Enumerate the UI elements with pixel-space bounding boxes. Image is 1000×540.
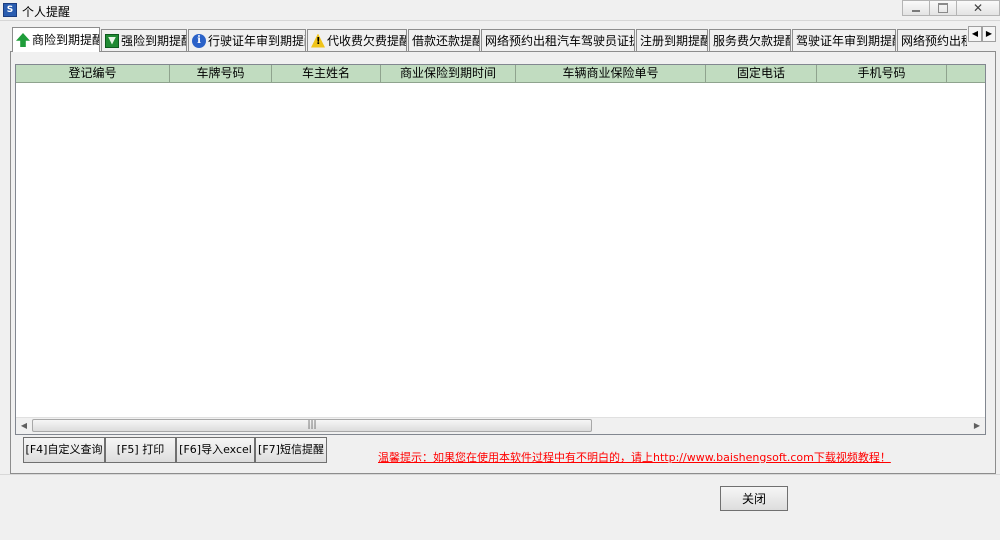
title-bar: S 个人提醒 ✕ — [0, 0, 1000, 21]
scroll-right-button[interactable]: ▶ — [969, 418, 985, 434]
close-button[interactable]: 关闭 — [720, 486, 788, 511]
column-header-landline[interactable]: 固定电话 — [706, 65, 817, 83]
help-tip-link[interactable]: 温馨提示：如果您在使用本软件过程中有不明白的，请上http://www.bais… — [378, 449, 891, 465]
minimize-icon — [912, 10, 920, 12]
reminder-grid[interactable]: 登记编号 车牌号码 车主姓名 商业保险到期时间 车辆商业保险单号 固定电话 手机… — [15, 64, 986, 435]
tab-ride-hailing-truncated[interactable]: 网络预约出租汽车 — [897, 29, 967, 51]
tab-label: 借款还款提醒 — [412, 33, 480, 48]
scroll-left-button[interactable]: ◀ — [16, 418, 32, 434]
tab-label: 网络预约出租汽车驾驶员证提醒 — [485, 33, 634, 48]
horizontal-scrollbar[interactable]: ◀ ||| ▶ — [16, 417, 985, 434]
column-header-registration-no[interactable]: 登记编号 — [16, 65, 170, 83]
maximize-icon — [938, 3, 948, 13]
divider — [0, 474, 1000, 475]
close-window-button[interactable]: ✕ — [956, 0, 1000, 16]
window-controls: ✕ — [902, 0, 1000, 18]
grid-header: 登记编号 车牌号码 车主姓名 商业保险到期时间 车辆商业保险单号 固定电话 手机… — [16, 65, 985, 83]
download-arrow-icon — [105, 33, 119, 48]
tab-label: 商险到期提醒 — [32, 33, 100, 47]
upload-arrow-icon — [16, 33, 30, 47]
tab-compulsory-insurance-expiry[interactable]: 强险到期提醒 — [101, 29, 187, 51]
custom-query-button[interactable]: [F4]自定义查询 — [23, 437, 105, 463]
grip-icon: ||| — [307, 420, 317, 430]
close-icon: ✕ — [972, 1, 984, 15]
tab-label: 网络预约出租汽车 — [901, 33, 967, 48]
maximize-button[interactable] — [929, 0, 957, 16]
chevron-right-icon: ▶ — [985, 29, 993, 38]
tab-label: 驾驶证年审到期提醒 — [796, 33, 896, 48]
warning-icon — [311, 33, 325, 48]
column-header-owner-name[interactable]: 车主姓名 — [272, 65, 381, 83]
column-header-policy-no[interactable]: 车辆商业保险单号 — [516, 65, 706, 83]
tab-strip: 商险到期提醒 强险到期提醒 i 行驶证年审到期提醒 代收费欠费提醒 借款还款提醒… — [12, 27, 967, 52]
tab-ride-hailing-driver-license[interactable]: 网络预约出租汽车驾驶员证提醒 — [481, 29, 635, 51]
tab-page: 登记编号 车牌号码 车主姓名 商业保险到期时间 车辆商业保险单号 固定电话 手机… — [10, 51, 996, 474]
tab-collection-fee-arrears[interactable]: 代收费欠费提醒 — [307, 29, 407, 51]
column-header-insurance-expiry[interactable]: 商业保险到期时间 — [381, 65, 516, 83]
column-header-extra[interactable] — [947, 65, 985, 83]
export-excel-button[interactable]: [F6]导入excel — [176, 437, 255, 463]
chevron-right-icon: ▶ — [973, 421, 981, 430]
tab-scroll-left-button[interactable]: ◀ — [968, 26, 982, 42]
tab-scroll-right-button[interactable]: ▶ — [982, 26, 996, 42]
column-header-mobile[interactable]: 手机号码 — [817, 65, 947, 83]
column-header-plate-no[interactable]: 车牌号码 — [170, 65, 272, 83]
minimize-button[interactable] — [902, 0, 930, 16]
info-icon: i — [192, 33, 206, 48]
chevron-left-icon: ◀ — [971, 29, 979, 38]
tab-commercial-insurance-expiry[interactable]: 商险到期提醒 — [12, 27, 100, 52]
window-title: 个人提醒 — [22, 5, 71, 19]
tab-label: 服务费欠款提醒 — [713, 33, 791, 48]
tab-loan-repayment[interactable]: 借款还款提醒 — [408, 29, 480, 51]
tab-service-fee-arrears[interactable]: 服务费欠款提醒 — [709, 29, 791, 51]
tab-label: 强险到期提醒 — [121, 33, 187, 48]
tab-label: 注册到期提醒 — [640, 33, 708, 48]
scroll-thumb[interactable]: ||| — [32, 419, 592, 432]
tab-label: 代收费欠费提醒 — [327, 33, 407, 48]
app-icon: S — [3, 3, 17, 17]
chevron-left-icon: ◀ — [20, 421, 28, 430]
tab-registration-expiry[interactable]: 注册到期提醒 — [636, 29, 708, 51]
tab-driver-license-annual-review[interactable]: 驾驶证年审到期提醒 — [792, 29, 896, 51]
tab-label: 行驶证年审到期提醒 — [208, 33, 306, 48]
tab-vehicle-license-annual-review[interactable]: i 行驶证年审到期提醒 — [188, 29, 306, 51]
sms-remind-button[interactable]: [F7]短信提醒 — [255, 437, 327, 463]
print-button[interactable]: [F5] 打印 — [105, 437, 176, 463]
